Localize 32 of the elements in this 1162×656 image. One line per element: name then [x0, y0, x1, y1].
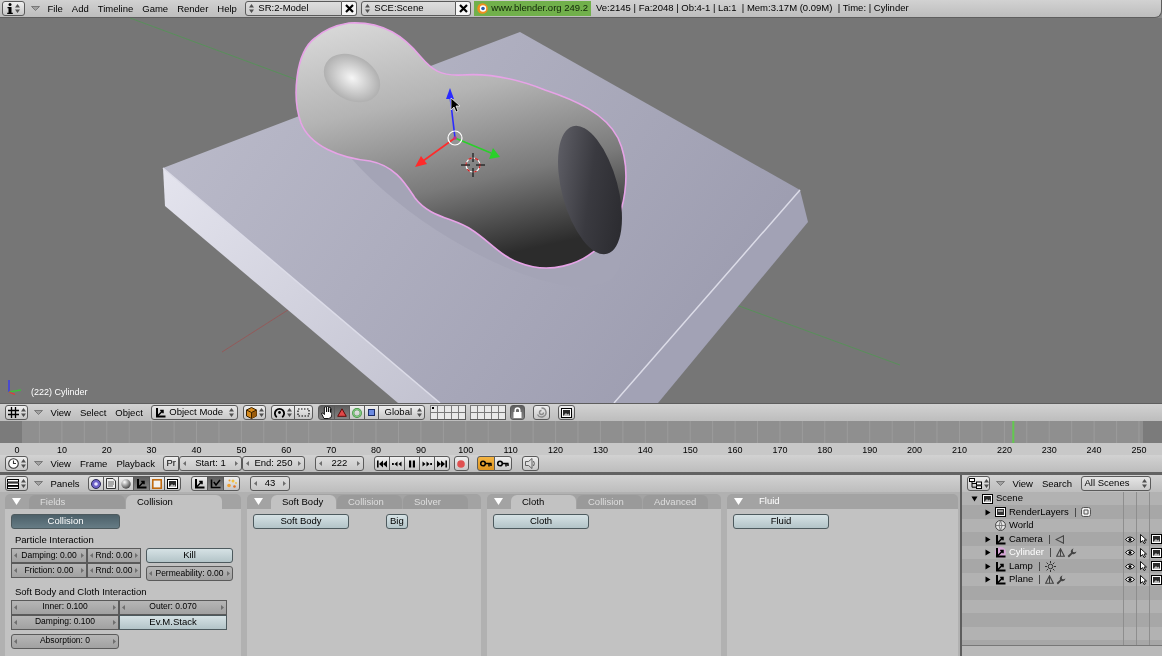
frame-number: 50 [236, 444, 247, 455]
frame-number: 170 [772, 444, 788, 455]
frame-number: 210 [952, 444, 967, 455]
frame-number: 80 [371, 444, 381, 455]
frame-number: 220 [996, 444, 1012, 455]
frame-number: 30 [146, 444, 157, 455]
section-title: Particle Interaction [15, 535, 94, 546]
frame-number: 90 [415, 444, 426, 455]
object-info-text: (222) Cylinder [31, 386, 88, 397]
frame-number: 190 [862, 444, 878, 455]
frame-number: 140 [637, 444, 653, 455]
frame-number: 70 [326, 444, 337, 455]
frame-number: 40 [191, 444, 202, 455]
scene-stats: Ve:2145 | Fa:2048 | Ob:4-1 | La:1 | Mem:3.17M (0.09M) | Time: | Cylinder [596, 3, 909, 14]
frame-number: 150 [682, 444, 698, 455]
frame-number: 120 [548, 444, 564, 455]
frame-number: 20 [101, 444, 112, 455]
frame-number: 200 [907, 444, 923, 455]
panel-title: Fluid [759, 496, 780, 507]
frame-number: 180 [817, 444, 833, 455]
frame-number: 100 [458, 444, 474, 455]
version-text: www.blender.org 249.2 [491, 3, 588, 14]
frame-number: 160 [727, 444, 743, 455]
section-title: Soft Body and Cloth Interaction [15, 586, 147, 598]
frame-number: 240 [1086, 444, 1102, 455]
frame-number: 250 [1131, 444, 1147, 455]
frame-number: 230 [1041, 444, 1057, 455]
frame-number: 110 [503, 444, 518, 455]
frame-number: 60 [281, 444, 292, 455]
frame-number: 0 [14, 444, 20, 455]
frame-number: 130 [592, 444, 608, 455]
frame-number: 10 [56, 444, 67, 455]
